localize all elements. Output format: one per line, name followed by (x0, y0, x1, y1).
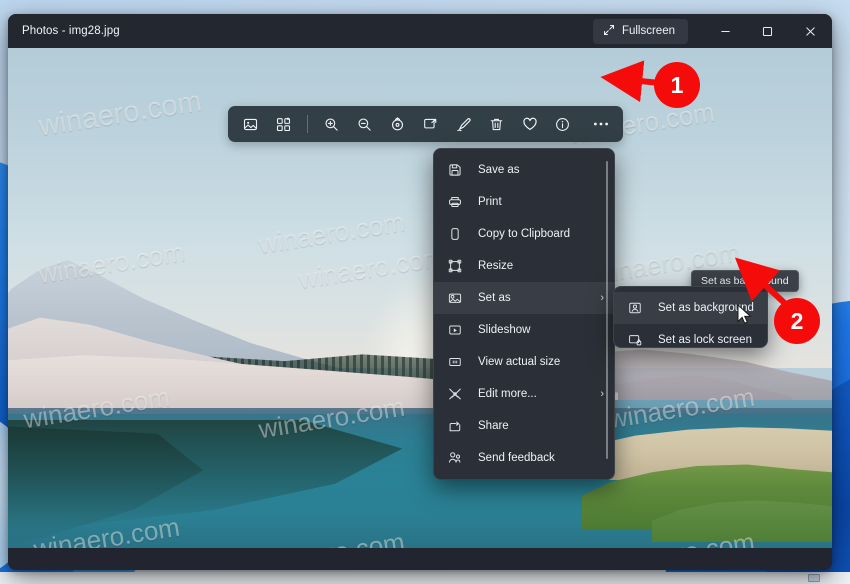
menu-item-label: Slideshow (478, 324, 531, 336)
menu-item-label: Copy to Clipboard (478, 228, 571, 240)
window-title: Photos - img28.jpg (22, 25, 120, 37)
rotate-icon[interactable] (381, 109, 414, 139)
menu-item-label: Send feedback (478, 452, 555, 464)
resize-icon (446, 257, 464, 275)
chevron-right-icon: › (600, 388, 604, 400)
set-background-icon (626, 299, 644, 317)
menu-item-set-as[interactable]: Set as › (434, 282, 614, 314)
set-as-image-icon (446, 289, 464, 307)
toolbar-divider (307, 115, 308, 133)
menu-item-label: Set as (478, 292, 511, 304)
slideshow-play-icon (446, 321, 464, 339)
fullscreen-label: Fullscreen (621, 25, 675, 37)
zoom-in-icon[interactable] (315, 109, 348, 139)
menu-item-edit-more[interactable]: Edit more... › (434, 378, 614, 410)
more-options-icon[interactable] (584, 109, 617, 139)
crop-icon[interactable] (414, 109, 447, 139)
actual-size-icon (446, 353, 464, 371)
fullscreen-button[interactable]: Fullscreen (592, 18, 688, 44)
menu-item-label: Share (478, 420, 509, 432)
save-floppy-icon (446, 161, 464, 179)
markup-pen-icon[interactable] (447, 109, 480, 139)
titlebar-controls: Fullscreen (592, 14, 832, 48)
menu-item-view-actual-size[interactable]: View actual size (434, 346, 614, 378)
minimize-button[interactable] (704, 14, 746, 48)
photos-window: Photos - img28.jpg Fullscreen winaero.co… (8, 14, 832, 570)
taskbar-tray-icon[interactable] (808, 574, 820, 582)
gallery-grid-icon[interactable] (267, 109, 300, 139)
menu-item-label: Edit more... (478, 388, 537, 400)
close-button[interactable] (788, 14, 832, 48)
context-menu: Save as Print Copy to Clipboard Resize S… (433, 148, 615, 480)
menu-item-send-feedback[interactable]: Send feedback (434, 442, 614, 474)
delete-trash-icon[interactable] (480, 109, 513, 139)
clipboard-icon (446, 225, 464, 243)
view-image-icon[interactable] (234, 109, 267, 139)
menu-item-share[interactable]: Share (434, 410, 614, 442)
menu-item-label: Print (478, 196, 502, 208)
share-icon (446, 417, 464, 435)
expand-diagonal-icon (603, 24, 615, 39)
desktop-taskbar[interactable] (0, 572, 850, 584)
menu-item-resize[interactable]: Resize (434, 250, 614, 282)
maximize-button[interactable] (746, 14, 788, 48)
menu-item-label: Resize (478, 260, 514, 272)
menu-item-print[interactable]: Print (434, 186, 614, 218)
chevron-right-icon: › (600, 292, 604, 304)
info-icon[interactable] (546, 109, 579, 139)
printer-icon (446, 193, 464, 211)
menu-item-label: Save as (478, 164, 520, 176)
menu-item-label: View actual size (478, 356, 561, 368)
photo-toolbar (228, 106, 623, 142)
edit-more-icon (446, 385, 464, 403)
window-titlebar[interactable]: Photos - img28.jpg Fullscreen (8, 14, 832, 48)
menu-item-save-as[interactable]: Save as (434, 154, 614, 186)
lock-screen-icon (626, 331, 644, 349)
feedback-icon (446, 449, 464, 467)
menu-item-copy-to-clipboard[interactable]: Copy to Clipboard (434, 218, 614, 250)
favorite-heart-icon[interactable] (513, 109, 546, 139)
context-menu-scrollbar[interactable] (606, 161, 608, 459)
zoom-out-icon[interactable] (348, 109, 381, 139)
callout-badge-1: 1 (654, 62, 700, 108)
photo-viewport[interactable]: winaero.com winaero.com winaero.com wina… (8, 48, 832, 548)
callout-badge-2: 2 (774, 298, 820, 344)
mouse-cursor (737, 303, 753, 331)
window-footer (8, 548, 832, 570)
menu-item-slideshow[interactable]: Slideshow (434, 314, 614, 346)
submenu-item-label: Set as lock screen (658, 334, 752, 346)
